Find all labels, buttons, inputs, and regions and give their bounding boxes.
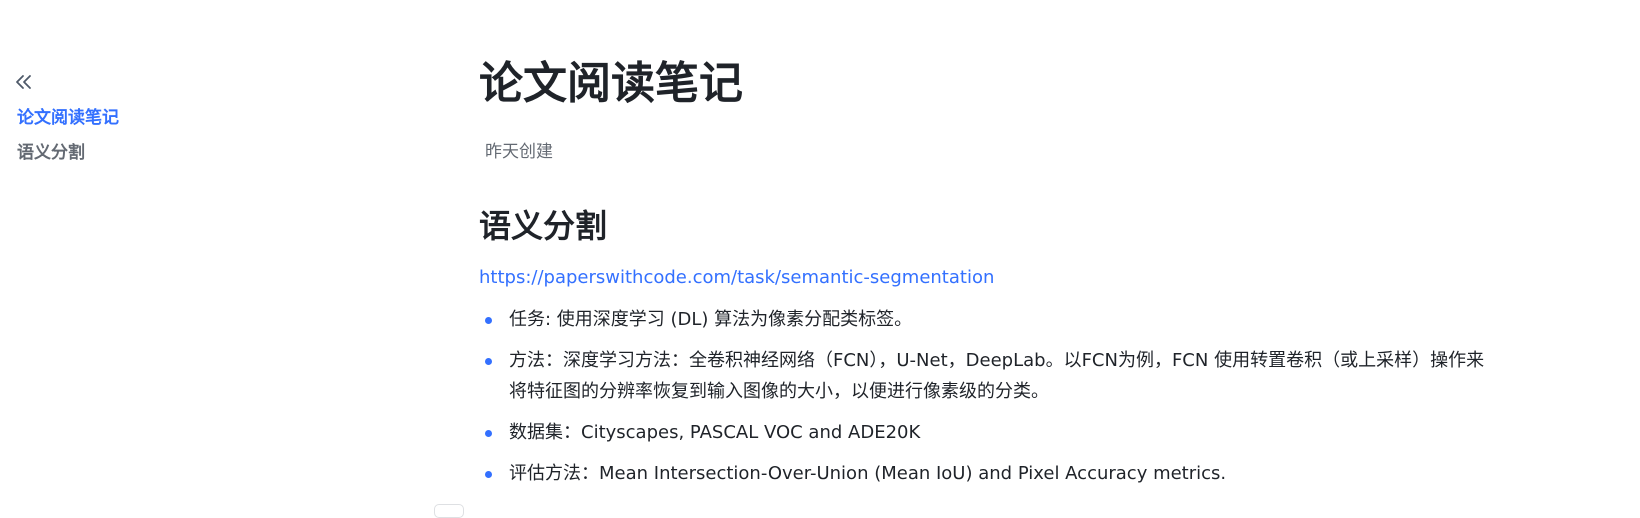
list-item: 数据集：Cityscapes, PASCAL VOC and ADE20K bbox=[479, 417, 1499, 448]
created-meta: 昨天创建 bbox=[485, 142, 553, 162]
bullet-text-evaluation: 评估方法：Mean Intersection-Over-Union (Mean … bbox=[509, 463, 1227, 484]
paperswithcode-link[interactable]: https://paperswithcode.com/task/semantic… bbox=[479, 266, 994, 290]
list-item: 评估方法：Mean Intersection-Over-Union (Mean … bbox=[479, 458, 1499, 489]
bullet-list: 任务: 使用深度学习 (DL) 算法为像素分配类标签。 方法：深度学习方法：全卷… bbox=[479, 304, 1499, 499]
page-title: 论文阅读笔记 bbox=[479, 58, 743, 109]
bullet-text-dataset: 数据集：Cityscapes, PASCAL VOC and ADE20K bbox=[509, 422, 921, 443]
block-handle[interactable] bbox=[434, 504, 464, 518]
collapse-sidebar-button[interactable] bbox=[12, 70, 36, 94]
double-chevron-left-icon bbox=[16, 75, 31, 89]
toc-item-semantic-segmentation[interactable]: 语义分割 bbox=[17, 142, 85, 164]
sidebar: 论文阅读笔记 语义分割 bbox=[0, 0, 420, 515]
toc-item-paper-notes[interactable]: 论文阅读笔记 bbox=[17, 107, 119, 129]
list-item: 方法：深度学习方法：全卷积神经网络（FCN），U-Net，DeepLab。以FC… bbox=[479, 345, 1499, 407]
bullet-text-method: 方法：深度学习方法：全卷积神经网络（FCN），U-Net，DeepLab。以FC… bbox=[509, 350, 1485, 402]
bullet-text-task: 任务: 使用深度学习 (DL) 算法为像素分配类标签。 bbox=[509, 309, 913, 330]
list-item: 任务: 使用深度学习 (DL) 算法为像素分配类标签。 bbox=[479, 304, 1499, 335]
section-heading: 语义分割 bbox=[479, 207, 608, 245]
